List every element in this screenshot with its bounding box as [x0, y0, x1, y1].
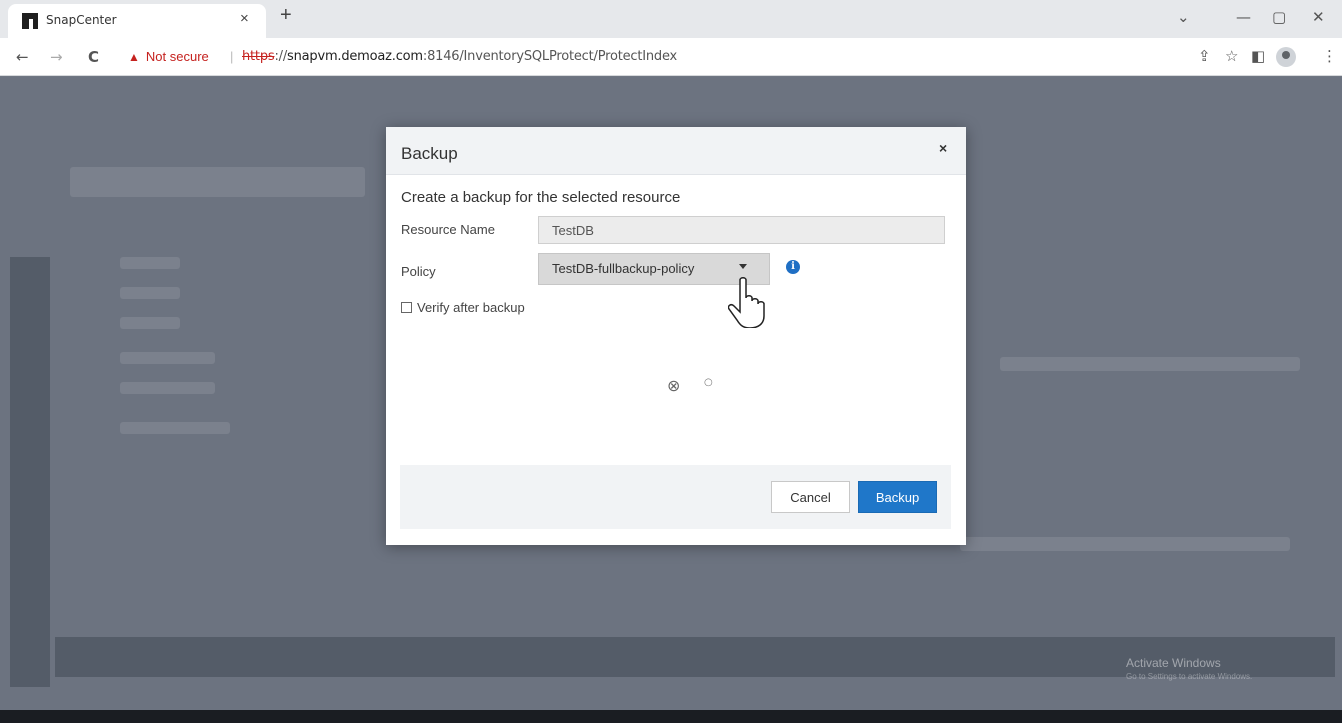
- verify-after-backup-option[interactable]: Verify after backup: [401, 300, 525, 315]
- dialog-title: Backup: [401, 144, 458, 163]
- backup-button[interactable]: Backup: [858, 481, 937, 513]
- bg-right-panel: [1000, 357, 1300, 371]
- bg-list-item: [120, 422, 230, 434]
- cancel-button[interactable]: Cancel: [771, 481, 850, 513]
- warning-icon: ▲: [128, 49, 140, 64]
- url-scheme: https: [242, 49, 275, 64]
- caret-down-icon: [739, 264, 747, 269]
- tab-close-icon[interactable]: ×: [240, 10, 249, 27]
- not-secure-label: Not secure: [145, 49, 209, 64]
- bg-list-item: [120, 317, 180, 329]
- new-tab-button[interactable]: +: [280, 4, 292, 27]
- bg-right-panel: [960, 537, 1290, 551]
- info-icon[interactable]: i: [786, 260, 800, 274]
- tab-search-icon[interactable]: ⌄: [1177, 8, 1190, 26]
- security-indicator[interactable]: ▲ Not secure: [128, 49, 209, 64]
- snapcenter-favicon-icon: [22, 13, 38, 29]
- verify-checkbox[interactable]: [401, 302, 412, 313]
- restore-button[interactable]: ▢: [1272, 8, 1286, 26]
- browser-menu-icon[interactable]: ⋮: [1322, 47, 1337, 65]
- browser-tab-bar: SnapCenter × + ⌄ — ▢ ✕: [0, 0, 1342, 38]
- dialog-close-icon[interactable]: ×: [939, 140, 947, 156]
- side-panel-icon[interactable]: ◧: [1251, 47, 1265, 65]
- close-window-button[interactable]: ✕: [1312, 8, 1325, 26]
- bg-sidebar: [10, 257, 50, 687]
- resource-name-label: Resource Name: [401, 222, 495, 237]
- reload-icon[interactable]: C: [88, 48, 99, 66]
- os-taskbar: [0, 710, 1342, 723]
- policy-label: Policy: [401, 264, 436, 279]
- tab-title: SnapCenter: [46, 13, 117, 27]
- bookmark-star-icon[interactable]: ☆: [1225, 47, 1238, 65]
- resource-name-field[interactable]: TestDB: [538, 216, 945, 244]
- bg-search-bar: [70, 167, 365, 197]
- url-field[interactable]: https://snapvm.demoaz.com:8146/Inventory…: [242, 49, 677, 64]
- browser-tab[interactable]: SnapCenter ×: [8, 4, 266, 38]
- activate-windows-subtitle: Go to Settings to activate Windows.: [1126, 672, 1253, 681]
- hand-cursor-icon: [728, 277, 765, 328]
- dialog-subtitle: Create a backup for the selected resourc…: [401, 189, 681, 206]
- bg-list-item: [120, 257, 180, 269]
- share-icon[interactable]: ⇪: [1198, 47, 1211, 65]
- bg-list-item: [120, 287, 180, 299]
- minimize-button[interactable]: —: [1236, 8, 1251, 26]
- verify-label: Verify after backup: [417, 300, 525, 315]
- activate-windows-title: Activate Windows: [1126, 656, 1221, 670]
- profile-avatar[interactable]: [1276, 47, 1296, 67]
- url-host: snapvm.demoaz.com: [287, 49, 423, 64]
- url-path: :8146/InventorySQLProtect/ProtectIndex: [422, 49, 678, 64]
- dialog-footer: Cancel Backup: [400, 465, 951, 529]
- back-icon[interactable]: ←: [16, 48, 29, 66]
- address-bar: ← → C ▲ Not secure | https://snapvm.demo…: [0, 38, 1342, 76]
- bg-list-item: [120, 382, 215, 394]
- url-divider: |: [230, 49, 234, 64]
- policy-selected-value: TestDB-fullbackup-policy: [552, 261, 695, 276]
- loading-dot-icon: ○: [704, 377, 713, 388]
- backup-dialog: Backup × Create a backup for the selecte…: [386, 127, 966, 545]
- dialog-header: Backup ×: [386, 127, 966, 175]
- forward-icon[interactable]: →: [50, 48, 63, 66]
- bg-list-item: [120, 352, 215, 364]
- loading-spinner-icon: ⊗: [667, 376, 681, 395]
- url-separator: ://: [274, 49, 288, 64]
